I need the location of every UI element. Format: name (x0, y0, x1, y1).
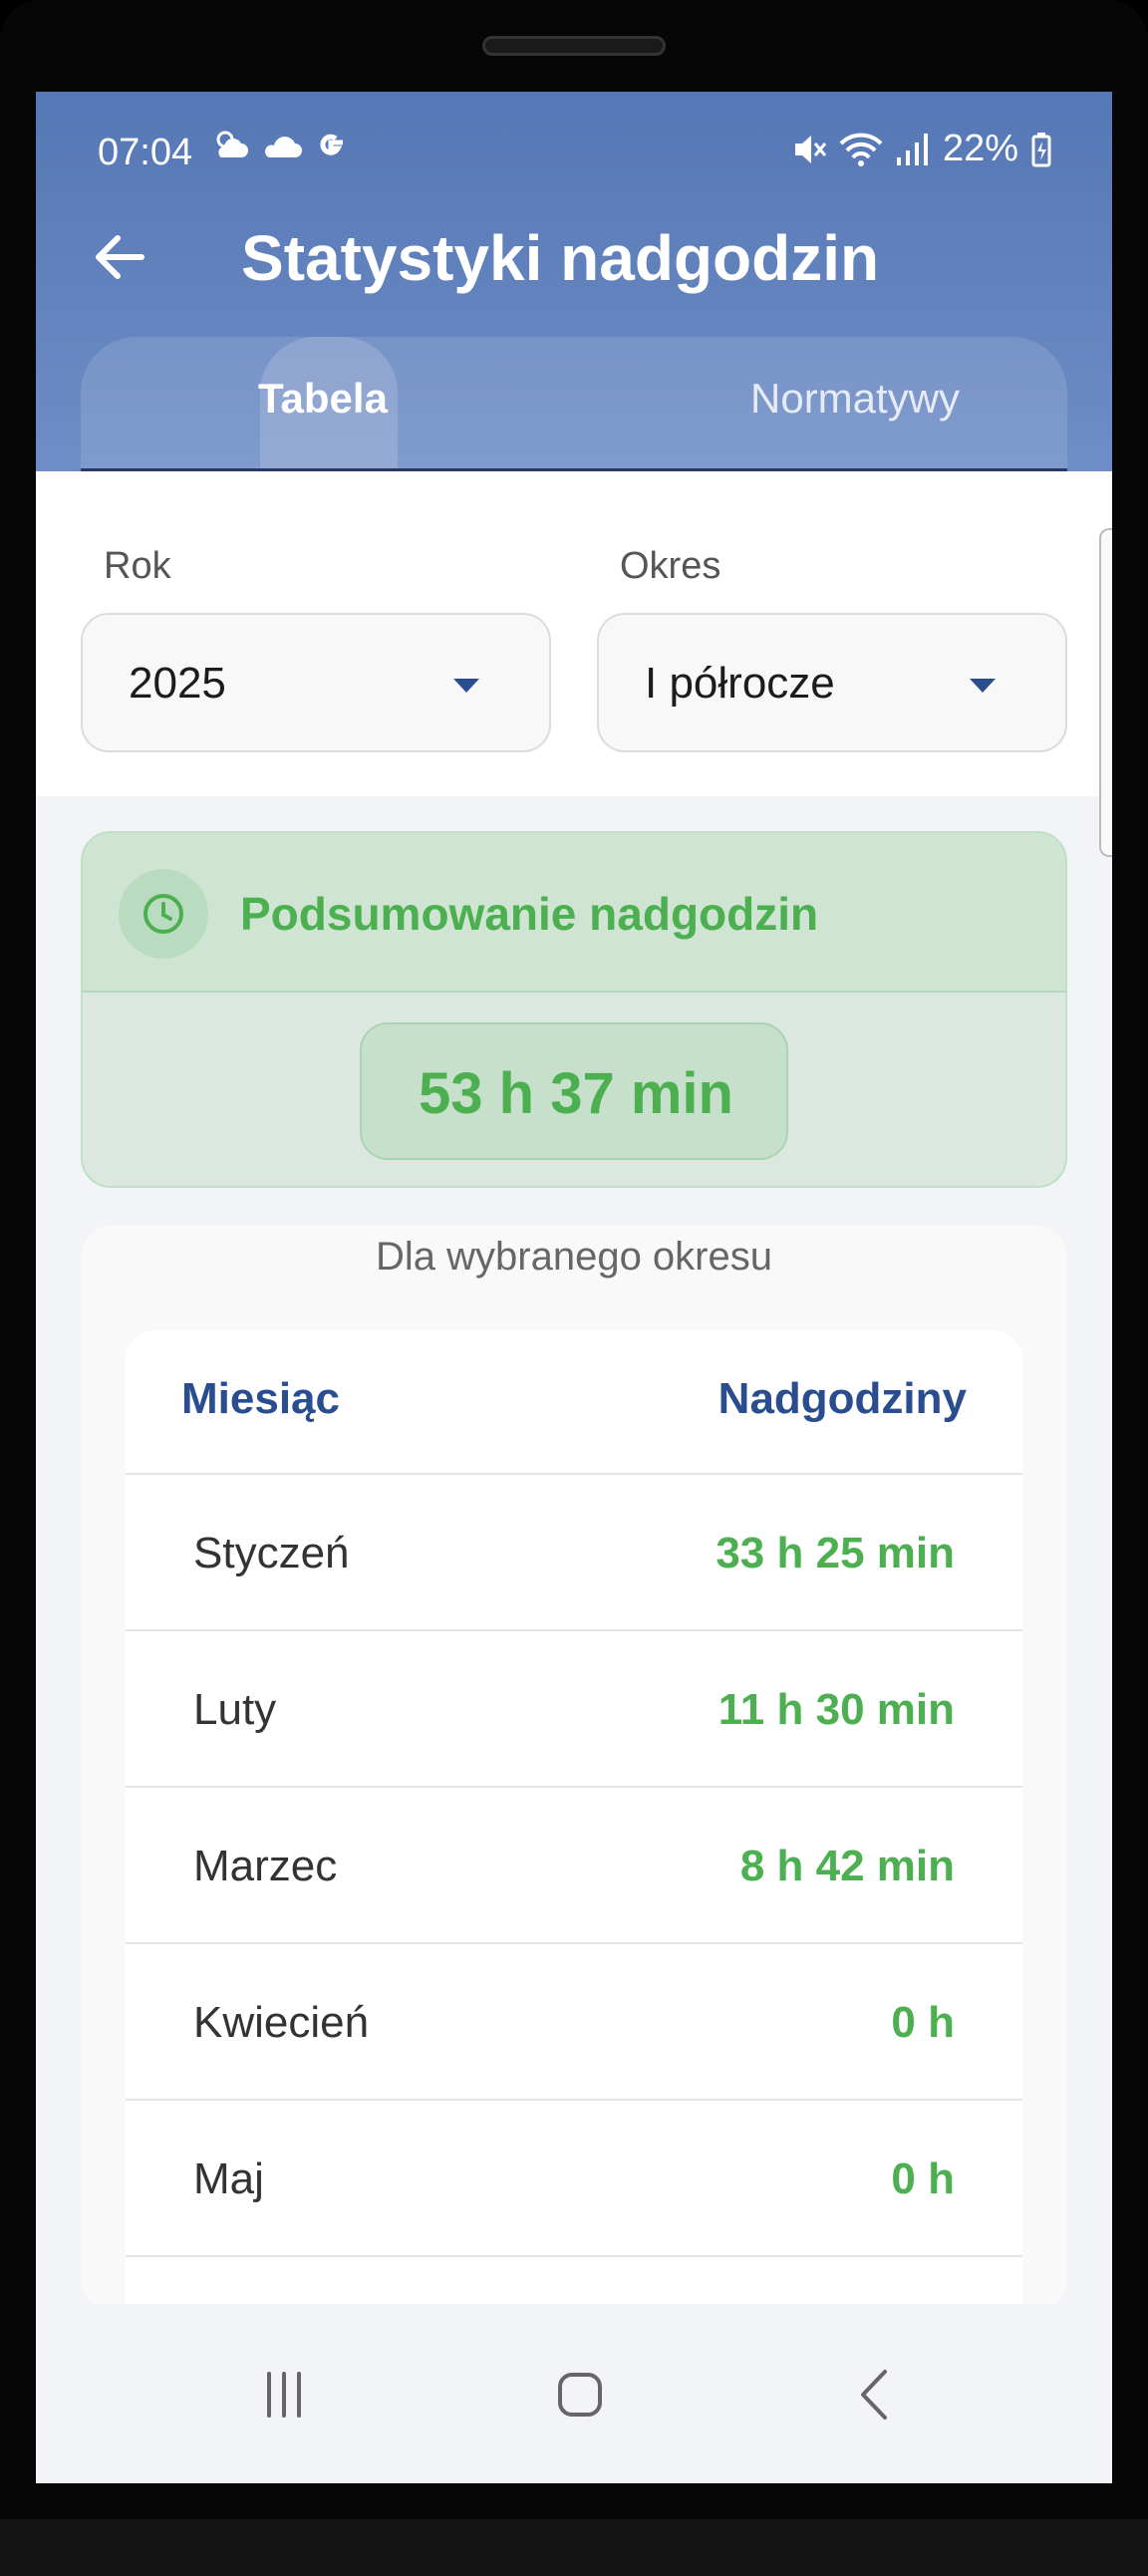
month-cell: Luty (193, 1685, 277, 1734)
table-header: Miesiąc Nadgodziny (126, 1330, 1022, 1475)
battery-charging-icon (1031, 132, 1051, 166)
tab-tabela[interactable]: Tabela (258, 375, 388, 423)
back-icon[interactable] (841, 2360, 911, 2430)
status-icons-left (211, 128, 349, 163)
back-arrow-button[interactable] (88, 225, 151, 289)
screen: 07:04 22% Statystyki nadgodzin Tabela No… (36, 92, 1112, 2483)
cloud-icon (265, 137, 302, 157)
overtime-cell: 8 h 42 min (739, 1842, 955, 1890)
month-cell: Maj (193, 2154, 264, 2203)
table-section: Dla wybranego okresu Miesiąc Nadgodziny … (81, 1225, 1067, 2311)
app-header: 07:04 22% Statystyki nadgodzin Tabela No… (36, 92, 1112, 471)
section-caption: Dla wybranego okresu (376, 1235, 772, 1279)
year-dropdown[interactable]: 2025 (81, 613, 551, 752)
column-header-overtime: Nadgodziny (718, 1374, 967, 1423)
filter-panel: Rok Okres 2025 I półrocze (36, 471, 1112, 796)
table-row: Marzec 8 h 42 min (126, 1788, 1022, 1944)
table-row: Maj 0 h (126, 2101, 1022, 2257)
home-icon[interactable] (545, 2360, 615, 2430)
bottom-bezel (0, 2519, 1148, 2576)
battery-percent: 22% (942, 128, 1018, 169)
column-header-month: Miesiąc (181, 1374, 340, 1423)
recent-apps-icon[interactable] (249, 2360, 319, 2430)
status-bar: 07:04 22% (36, 92, 1112, 211)
table-row: Styczeń 33 h 25 min (126, 1475, 1022, 1631)
clock-icon (144, 894, 183, 934)
earpiece-speaker (482, 36, 666, 56)
tab-bar: Tabela Normatywy (81, 337, 1067, 471)
mute-icon (794, 135, 827, 163)
summary-title: Podsumowanie nadgodzin (240, 888, 819, 940)
summary-total-box: 53 h 37 min (360, 1022, 788, 1160)
summary-header: Podsumowanie nadgodzin (83, 833, 1065, 993)
overtime-cell: 0 h (891, 2154, 955, 2203)
month-cell: Marzec (193, 1842, 338, 1890)
year-label: Rok (104, 545, 171, 587)
clock-icon-badge (119, 869, 208, 959)
summary-total: 53 h 37 min (419, 1061, 733, 1126)
caret-down-icon (970, 679, 996, 693)
tab-normatywy[interactable]: Normatywy (750, 375, 960, 423)
system-nav-bar (36, 2304, 1112, 2483)
table-row: Luty 11 h 30 min (126, 1631, 1022, 1788)
table-row: Kwiecień 0 h (126, 1944, 1022, 2101)
overtime-cell: 0 h (891, 1998, 955, 2047)
google-icon (320, 134, 343, 155)
overtime-cell: 33 h 25 min (716, 1529, 955, 1577)
phone-frame: 07:04 22% Statystyki nadgodzin Tabela No… (0, 0, 1148, 2576)
period-label: Okres (620, 545, 721, 587)
month-cell: Kwiecień (193, 1998, 370, 2047)
partly-cloudy-icon (216, 131, 248, 157)
status-icons-right: 22% (791, 128, 1052, 170)
page-title: Statystyki nadgodzin (241, 222, 880, 294)
period-dropdown[interactable]: I półrocze (597, 613, 1067, 752)
month-cell: Styczeń (193, 1529, 350, 1577)
overtime-cell: 11 h 30 min (718, 1685, 955, 1734)
overtime-table: Miesiąc Nadgodziny Styczeń 33 h 25 min L… (126, 1330, 1022, 2311)
summary-card: Podsumowanie nadgodzin 53 h 37 min (81, 831, 1067, 1188)
status-time: 07:04 (98, 132, 193, 173)
period-dropdown-value: I półrocze (645, 659, 835, 708)
signal-icon (896, 133, 928, 165)
year-dropdown-value: 2025 (129, 659, 226, 708)
wifi-icon (839, 133, 883, 166)
scroll-handle[interactable] (1099, 528, 1112, 857)
caret-down-icon (453, 679, 479, 693)
